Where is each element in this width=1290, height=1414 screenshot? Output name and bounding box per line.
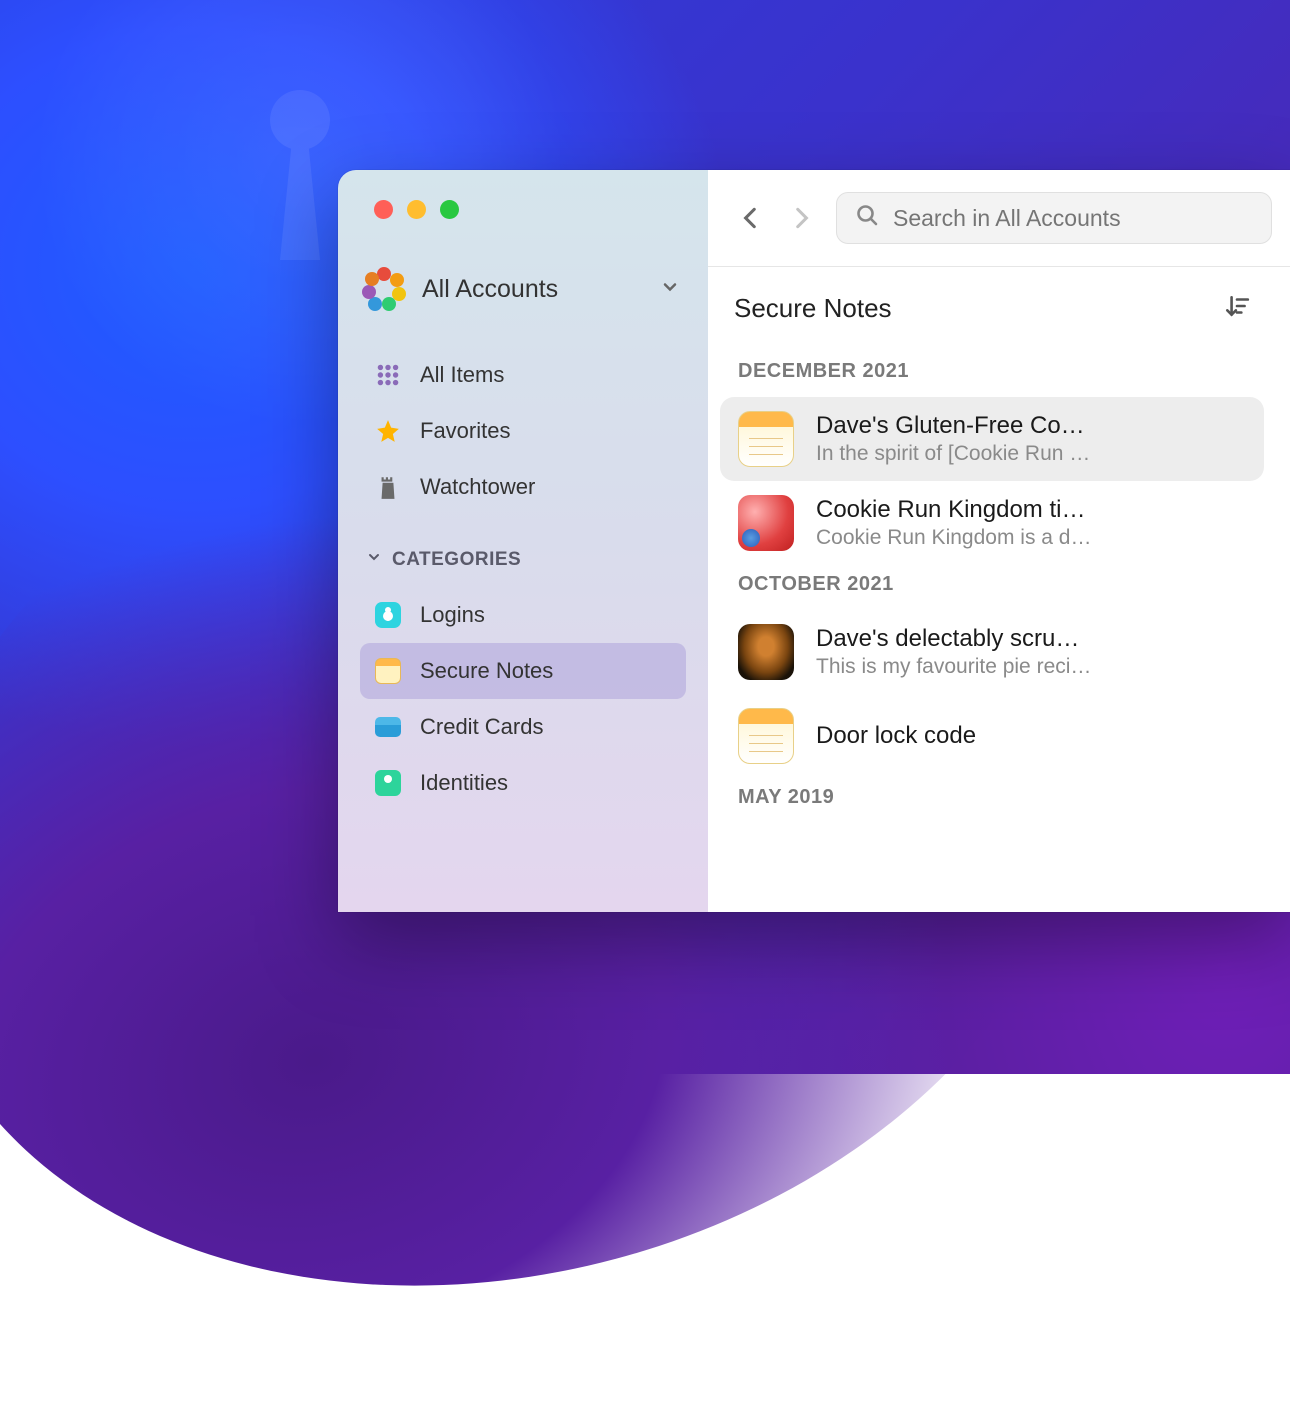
- item-title: Dave's Gluten-Free Co…: [816, 412, 1246, 440]
- item-title: Door lock code: [816, 722, 1246, 750]
- sidebar-item-watchtower[interactable]: Watchtower: [360, 459, 686, 515]
- item-subtitle: Cookie Run Kingdom is a d…: [816, 526, 1246, 550]
- item-subtitle: This is my favourite pie reci…: [816, 655, 1246, 679]
- item-subtitle: In the spirit of [Cookie Run …: [816, 442, 1246, 466]
- note-icon: [738, 411, 794, 467]
- item-texts: Dave's Gluten-Free Co…In the spirit of […: [816, 412, 1246, 466]
- category-credit-cards[interactable]: Credit Cards: [360, 699, 686, 755]
- list-item[interactable]: Dave's delectably scru…This is my favour…: [720, 610, 1264, 694]
- nav-label: All Items: [420, 362, 504, 388]
- sidebar-categories: Logins Secure Notes Credit Cards Identit…: [360, 587, 686, 811]
- category-label: Secure Notes: [420, 658, 553, 684]
- window-minimize-button[interactable]: [407, 200, 426, 219]
- item-title: Cookie Run Kingdom ti…: [816, 496, 1246, 524]
- list-item[interactable]: Dave's Gluten-Free Co…In the spirit of […: [720, 397, 1264, 481]
- list-group-header: DECEMBER 2021: [708, 352, 1264, 397]
- list-group-header: MAY 2019: [708, 778, 1264, 823]
- list-group-header: OCTOBER 2021: [708, 565, 1264, 610]
- sort-button[interactable]: [1224, 293, 1250, 324]
- account-label: All Accounts: [422, 275, 644, 304]
- tower-icon: [374, 473, 402, 501]
- category-label: Logins: [420, 602, 485, 628]
- list-header: Secure Notes: [708, 285, 1264, 352]
- item-title: Dave's delectably scru…: [816, 625, 1246, 653]
- search-input[interactable]: [893, 205, 1253, 232]
- item-texts: Cookie Run Kingdom ti…Cookie Run Kingdom…: [816, 496, 1246, 550]
- forward-button[interactable]: [786, 203, 816, 233]
- note-icon: [738, 708, 794, 764]
- toolbar: [708, 170, 1290, 267]
- item-list-panel: Secure Notes DECEMBER 2021 Dave's Gluten-…: [708, 267, 1290, 912]
- cookie-icon: [738, 495, 794, 551]
- categories-header-label: CATEGORIES: [392, 549, 521, 571]
- account-switcher[interactable]: All Accounts: [360, 261, 686, 317]
- sidebar: All Accounts All Items Favorites: [338, 170, 708, 912]
- nav-label: Watchtower: [420, 474, 535, 500]
- chevron-down-icon: [366, 549, 382, 571]
- item-texts: Dave's delectably scru…This is my favour…: [816, 625, 1246, 679]
- grid-dots-icon: [374, 361, 402, 389]
- window-controls: [374, 200, 686, 219]
- category-label: Credit Cards: [420, 714, 543, 740]
- key-icon: [374, 601, 402, 629]
- item-list: DECEMBER 2021 Dave's Gluten-Free Co…In th…: [708, 352, 1264, 823]
- category-identities[interactable]: Identities: [360, 755, 686, 811]
- sidebar-nav-primary: All Items Favorites Watchtower: [360, 347, 686, 515]
- identity-icon: [374, 769, 402, 797]
- list-title: Secure Notes: [734, 293, 892, 324]
- search-field[interactable]: [836, 192, 1272, 244]
- card-icon: [374, 713, 402, 741]
- pie-icon: [738, 624, 794, 680]
- categories-header[interactable]: CATEGORIES: [360, 541, 686, 587]
- search-icon: [855, 203, 879, 233]
- back-button[interactable]: [736, 203, 766, 233]
- category-logins[interactable]: Logins: [360, 587, 686, 643]
- keyhole-watermark: [260, 90, 340, 270]
- main-content: Secure Notes DECEMBER 2021 Dave's Gluten-…: [708, 170, 1290, 912]
- nav-label: Favorites: [420, 418, 510, 444]
- sidebar-item-all-items[interactable]: All Items: [360, 347, 686, 403]
- list-item[interactable]: Door lock code: [720, 694, 1264, 778]
- chevron-down-icon: [660, 277, 680, 302]
- list-item[interactable]: Cookie Run Kingdom ti…Cookie Run Kingdom…: [720, 481, 1264, 565]
- account-color-ring-icon: [362, 267, 406, 311]
- window-close-button[interactable]: [374, 200, 393, 219]
- category-secure-notes[interactable]: Secure Notes: [360, 643, 686, 699]
- app-window: All Accounts All Items Favorites: [338, 170, 1290, 912]
- item-texts: Door lock code: [816, 722, 1246, 750]
- window-maximize-button[interactable]: [440, 200, 459, 219]
- note-icon: [374, 657, 402, 685]
- category-label: Identities: [420, 770, 508, 796]
- sidebar-item-favorites[interactable]: Favorites: [360, 403, 686, 459]
- star-icon: [374, 417, 402, 445]
